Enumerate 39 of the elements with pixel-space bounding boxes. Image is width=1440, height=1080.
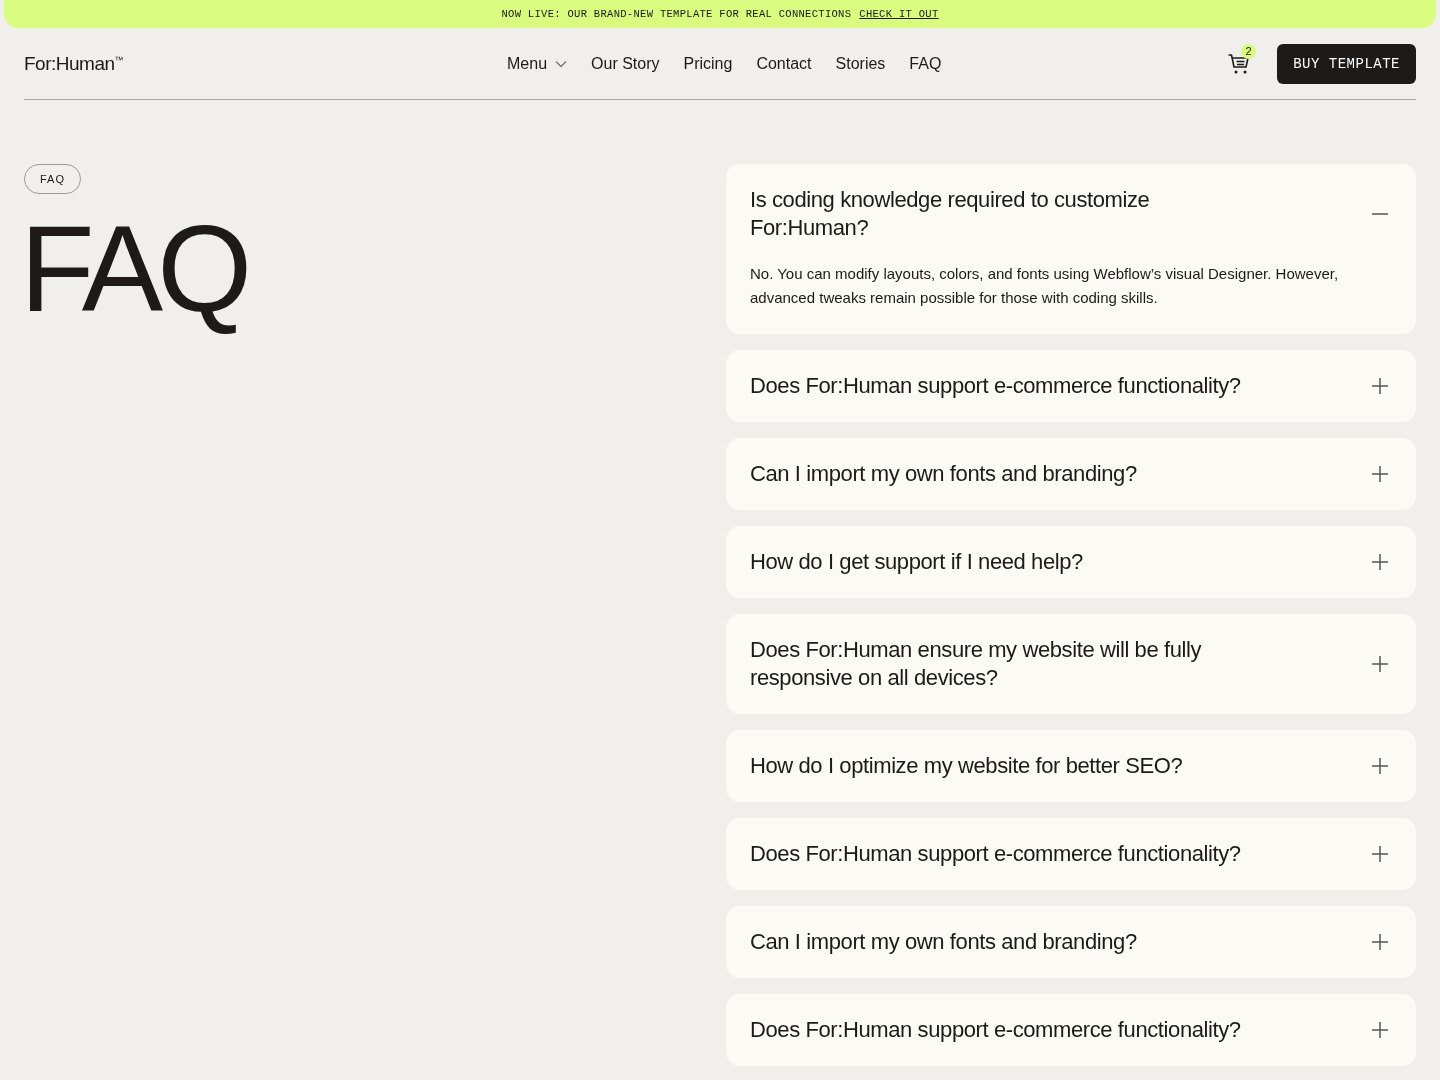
faq-question: Is coding knowledge required to customize For:Human? (750, 186, 1151, 242)
plus-icon[interactable] (1372, 554, 1388, 570)
plus-icon[interactable] (1372, 934, 1388, 950)
logo[interactable]: For:Human$^{™}$ (24, 52, 324, 75)
plus-icon[interactable] (1372, 1022, 1388, 1038)
faq-item[interactable]: Does For:Human support e-commerce functionality? (726, 350, 1416, 422)
plus-icon[interactable] (1372, 378, 1388, 394)
nav-link[interactable]: Pricing (683, 54, 733, 73)
plus-icon[interactable] (1372, 656, 1388, 672)
banner-text: NOW LIVE: OUR BRAND-NEW TEMPLATE FOR REAL CONNECTIONS (501, 8, 852, 20)
nav-link[interactable]: FAQ (909, 54, 942, 73)
faq-item[interactable]: Does For:Human support e-commerce functionality? (726, 994, 1416, 1066)
faq-question: Does For:Human support e-commerce functionality? (750, 840, 1241, 868)
faq-item[interactable]: Can I import my own fonts and branding? (726, 906, 1416, 978)
nav-link[interactable]: Contact (756, 54, 812, 73)
plus-icon[interactable] (1372, 466, 1388, 482)
chevron-icon (555, 59, 568, 68)
faq-answer: No. You can modify layouts, colors, and fonts using Webflow’s visual Designer. However, advanced tweaks remain possible for those with coding skills. (750, 264, 1340, 308)
plus-icon[interactable] (1372, 846, 1388, 862)
plus-icon[interactable] (1372, 758, 1388, 774)
faq-question: Does For:Human ensure my website will be fully responsive on all devices? (750, 636, 1203, 692)
banner-link[interactable]: CHECK IT OUT (859, 8, 939, 20)
faq-item[interactable]: How do I optimize my website for better SEO? (726, 730, 1416, 802)
faq-question: How do I optimize my website for better SEO? (750, 752, 1183, 780)
nav-link[interactable]: Stories (835, 54, 886, 73)
faq-question: How do I get support if I need help? (750, 548, 1083, 576)
faq-item[interactable]: How do I get support if I need help? (726, 526, 1416, 598)
faq-item[interactable] (726, 164, 1416, 334)
faq-item[interactable]: Does For:Human support e-commerce functionality? (726, 818, 1416, 890)
faq-item[interactable]: Does For:Human ensure my website will be fully responsive on all devices? (726, 614, 1416, 714)
faq-question: Can I import my own fonts and branding? (750, 928, 1137, 956)
cart-count-badge: 2 (1241, 43, 1257, 59)
faq-item[interactable]: Can I import my own fonts and branding? (726, 438, 1416, 510)
buy-template-button[interactable]: BUY TEMPLATE (1277, 43, 1416, 84)
nav-dropdown[interactable]: Menu (507, 54, 568, 73)
faq-question: Does For:Human support e-commerce functionality? (750, 372, 1241, 400)
faq-question: Does For:Human support e-commerce functionality? (750, 1016, 1241, 1044)
nav-link[interactable]: Our Story (591, 54, 660, 73)
faq-question: Can I import my own fonts and branding? (750, 460, 1137, 488)
